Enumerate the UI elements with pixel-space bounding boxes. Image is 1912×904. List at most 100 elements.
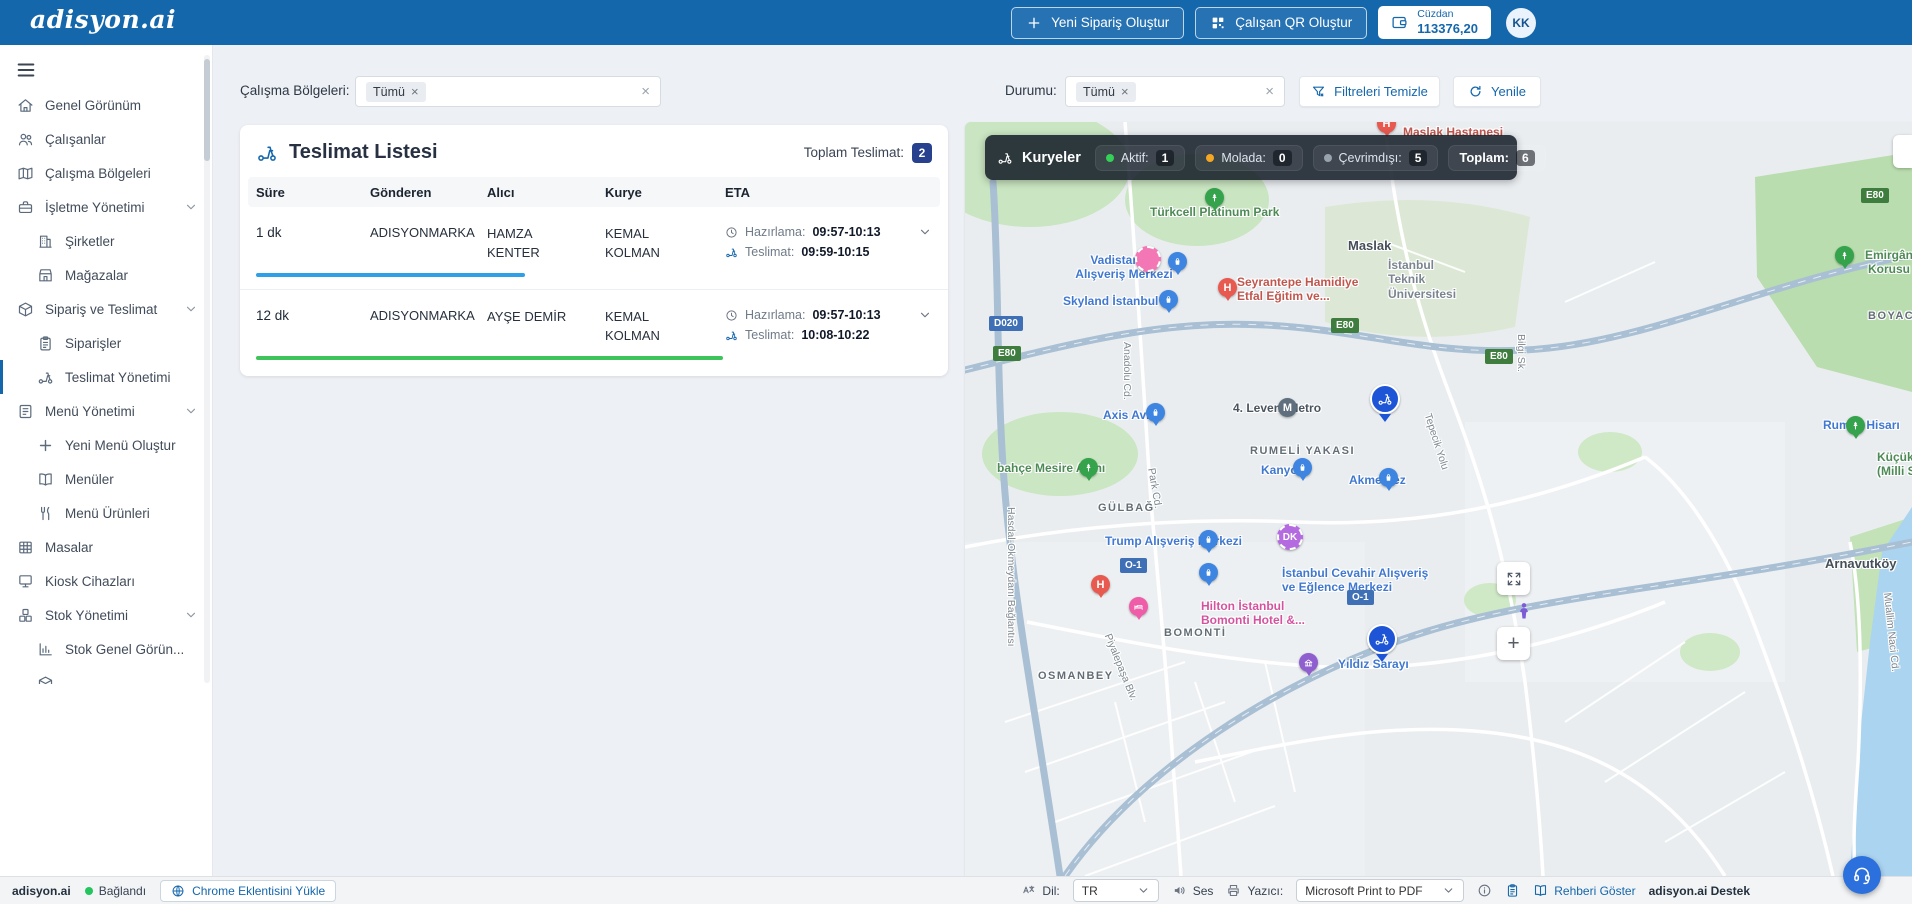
break-status-dot: [1206, 154, 1214, 162]
user-avatar[interactable]: KK: [1506, 8, 1536, 38]
printer-select[interactable]: Microsoft Print to PDF: [1296, 879, 1464, 902]
clipboard-icon[interactable]: [1505, 883, 1520, 898]
sidebar-item-siparis-ve-teslimat[interactable]: Sipariş ve Teslimat: [0, 292, 212, 326]
chrome-extension-button[interactable]: Chrome Eklentisini Yükle: [160, 880, 336, 902]
wallet-icon: [1391, 14, 1408, 31]
chevron-down-icon[interactable]: [918, 225, 932, 239]
prep-time: 09:57-10:13: [812, 225, 880, 239]
sound-label: Ses: [1193, 884, 1214, 898]
sidebar-item-label: Menü Yönetimi: [45, 404, 135, 419]
map-type-control[interactable]: [1893, 135, 1912, 168]
metro-pin-icon[interactable]: M: [1278, 398, 1297, 417]
kiosk-icon: [17, 573, 34, 590]
courier-location-pin[interactable]: [1370, 384, 1400, 414]
mall-pin-icon[interactable]: [1159, 290, 1178, 309]
package-icon: [37, 675, 54, 685]
shopping-bag-icon: [1172, 256, 1183, 267]
employee-qr-button[interactable]: Çalışan QR Oluştur: [1195, 7, 1367, 39]
app-logo[interactable]: adisyon.ai: [30, 5, 176, 34]
status-select[interactable]: Tümü × ×: [1065, 76, 1285, 107]
printer-icon: [1226, 883, 1241, 898]
delivery-row[interactable]: 1 dk ADISYONMARKA HAMZA KENTER KEMAL KOL…: [240, 207, 948, 289]
sidebar-item-magazalar[interactable]: Mağazalar: [0, 258, 212, 292]
sidebar-item-masalar[interactable]: Masalar: [0, 530, 212, 564]
park-pin-icon[interactable]: [1846, 416, 1865, 435]
delivery-recipient: AYŞE DEMİR: [487, 308, 566, 327]
chevron-down-icon[interactable]: [918, 308, 932, 322]
support-fab-button[interactable]: [1843, 856, 1881, 894]
sidebar-item-isletme-yonetimi[interactable]: İşletme Yönetimi: [0, 190, 212, 224]
info-icon[interactable]: [1477, 883, 1492, 898]
refresh-button[interactable]: Yenile: [1453, 76, 1541, 107]
sound-toggle[interactable]: Ses: [1172, 883, 1214, 898]
mall-pin-icon[interactable]: [1199, 563, 1218, 582]
sidebar-item-calisanlar[interactable]: Çalışanlar: [0, 122, 212, 156]
zoom-in-button[interactable]: +: [1497, 627, 1530, 660]
courier-stat-offline[interactable]: Çevrimdışı: 5: [1313, 145, 1439, 171]
wallet-button[interactable]: Cüzdan 113376,20: [1378, 6, 1491, 39]
sidebar-item-yeni-menu-olustur[interactable]: Yeni Menü Oluştur: [0, 428, 212, 462]
courier-location-pin[interactable]: [1367, 624, 1397, 654]
book-icon: [37, 471, 54, 488]
sidebar-item-partial[interactable]: [0, 666, 212, 684]
map-canvas[interactable]: [965, 122, 1912, 876]
sidebar-item-stok-yonetimi[interactable]: Stok Yönetimi: [0, 598, 212, 632]
sidebar-scrollbar-thumb[interactable]: [204, 59, 210, 161]
hotel-pin-icon[interactable]: [1129, 597, 1148, 616]
landmark-pin-icon[interactable]: [1299, 653, 1318, 672]
select-clear-icon[interactable]: ×: [641, 84, 650, 99]
shopping-bag-icon: [1203, 534, 1214, 545]
sidebar-item-kiosk-cihazlari[interactable]: Kiosk Cihazları: [0, 564, 212, 598]
header-actions: Yeni Sipariş Oluştur Çalışan QR Oluştur …: [1011, 6, 1536, 39]
sidebar-item-siparisler[interactable]: Siparişler: [0, 326, 212, 360]
mall-pin-icon[interactable]: [1379, 468, 1398, 487]
street-view-pegman-icon[interactable]: [1514, 600, 1534, 622]
courier-stat-active[interactable]: Aktif: 1: [1095, 145, 1185, 171]
map-expand-button[interactable]: [1497, 562, 1530, 595]
road-shield-e80: E80: [1485, 349, 1513, 364]
column-header-kurye: Kurye: [605, 185, 725, 200]
courier-offline-marker[interactable]: [1135, 246, 1161, 272]
courier-stat-break[interactable]: Molada: 0: [1195, 145, 1302, 171]
mall-pin-icon[interactable]: [1199, 530, 1218, 549]
total-deliveries-label: Toplam Teslimat:: [804, 145, 904, 160]
show-guide-button[interactable]: Rehberi Göster: [1533, 883, 1635, 898]
park-pin-icon[interactable]: [1835, 246, 1854, 265]
total-count: 6: [1516, 150, 1535, 166]
map-icon: [17, 165, 34, 182]
sidebar-item-menu-urunleri[interactable]: Menü Ürünleri: [0, 496, 212, 530]
courier-avatar-marker[interactable]: DK: [1277, 524, 1303, 550]
headset-icon: [1852, 865, 1872, 885]
work-zones-select[interactable]: Tümü × ×: [355, 76, 661, 107]
status-bar: adisyon.ai Bağlandı Chrome Eklentisini Y…: [0, 876, 1912, 904]
sidebar-item-menuler[interactable]: Menüler: [0, 462, 212, 496]
chip-close-icon[interactable]: ×: [1121, 85, 1129, 98]
sidebar-item-genel-gorunum[interactable]: Genel Görünüm: [0, 88, 212, 122]
mall-pin-icon[interactable]: [1293, 458, 1312, 477]
language-select[interactable]: TR: [1073, 879, 1159, 902]
new-order-button[interactable]: Yeni Sipariş Oluştur: [1011, 7, 1184, 39]
sidebar-item-label: Şirketler: [65, 234, 115, 249]
clear-filters-button[interactable]: Filtreleri Temizle: [1299, 76, 1440, 107]
sidebar-item-menu-yonetimi[interactable]: Menü Yönetimi: [0, 394, 212, 428]
park-pin-icon[interactable]: [1079, 458, 1098, 477]
select-clear-icon[interactable]: ×: [1265, 84, 1274, 99]
tree-icon: [1083, 462, 1094, 473]
delivery-row[interactable]: 12 dk ADISYONMARKA AYŞE DEMİR KEMAL KOLM…: [240, 289, 948, 372]
mall-pin-icon[interactable]: [1168, 252, 1187, 271]
filter-icon: [1311, 84, 1326, 99]
work-zones-chip: Tümü ×: [366, 82, 426, 102]
work-zones-chip-label: Tümü: [373, 85, 405, 99]
sidebar-item-sirketler[interactable]: Şirketler: [0, 224, 212, 258]
status-chip-label: Tümü: [1083, 85, 1115, 99]
sidebar-item-calisma-bolgeleri[interactable]: Çalışma Bölgeleri: [0, 156, 212, 190]
sidebar-toggle-button[interactable]: [15, 59, 37, 81]
sidebar-item-teslimat-yonetimi[interactable]: Teslimat Yönetimi: [0, 360, 212, 394]
hospital-pin-icon[interactable]: H: [1091, 575, 1110, 594]
chip-close-icon[interactable]: ×: [411, 85, 419, 98]
park-pin-icon[interactable]: [1205, 188, 1224, 207]
hospital-pin-icon[interactable]: H: [1218, 278, 1237, 297]
sidebar-item-stok-genel-gorunum[interactable]: Stok Genel Görün...: [0, 632, 212, 666]
road-shield-d020: D020: [989, 316, 1023, 331]
mall-pin-icon[interactable]: [1146, 403, 1165, 422]
